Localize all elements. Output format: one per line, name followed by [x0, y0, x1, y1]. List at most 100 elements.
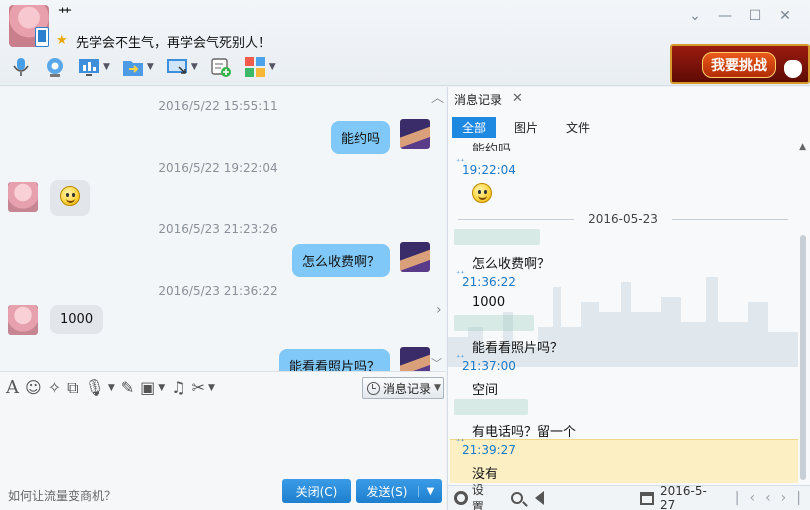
chevron-down-icon[interactable]: ▼: [191, 62, 198, 72]
screenshot-icon[interactable]: ⧉: [67, 378, 78, 398]
my-avatar[interactable]: [400, 347, 430, 371]
message-area[interactable]: ︿ 2016/5/22 15:55:11 能约吗 2016/5/22 19:22…: [0, 87, 446, 371]
history-time: 21:36:22: [456, 269, 516, 289]
peer-avatar[interactable]: [8, 182, 38, 212]
file-transfer-icon: [122, 61, 143, 76]
history-message: 没有: [472, 467, 499, 482]
chevron-down-icon[interactable]: ▼: [269, 62, 276, 72]
search-icon[interactable]: [511, 492, 524, 504]
send-file-button[interactable]: ▼: [118, 54, 158, 80]
tab-all[interactable]: 全部: [452, 117, 497, 138]
history-emoji: [472, 183, 492, 207]
apps-button[interactable]: ▼: [240, 54, 280, 80]
speaker-icon[interactable]: [535, 491, 545, 505]
mobile-online-icon: [35, 27, 49, 47]
window-controls: ⌄ — ☐ ✕: [680, 6, 800, 26]
close-icon[interactable]: ✕: [512, 91, 523, 106]
message-timestamp: 2016/5/23 21:36:22: [158, 284, 278, 298]
gear-icon[interactable]: [454, 491, 468, 505]
image-icon[interactable]: ▣: [140, 378, 155, 397]
history-message: 能看看照片吗？: [472, 341, 564, 356]
history-message: 怎么收费啊？: [472, 257, 551, 272]
video-call-button[interactable]: [40, 54, 70, 80]
remote-desktop-icon: [166, 59, 187, 74]
history-message: 有电话吗？留一个: [472, 425, 577, 440]
input-area: A ☺ ✧ ⧉ 🎙 ▼ ✎ ▣ ▼ ♫ ✂ ▼ 消息记录 ▼ 如何让流量变商机？ 关闭…: [0, 371, 446, 510]
voice-message-icon[interactable]: 🎙: [85, 378, 105, 397]
message-timestamp: 2016/5/22 19:22:04: [158, 161, 278, 175]
chevron-down-icon: ▼: [434, 383, 441, 393]
scrollbar-thumb[interactable]: [800, 235, 806, 480]
chat-window-header: 艹 ★ 先学会不生气，再学会气死别人！ ⌄ — ☐ ✕ ▼ ▼ ▼ ▼ 我要挑战: [0, 0, 810, 86]
edit-icon[interactable]: ✎: [121, 378, 134, 397]
chevron-right-icon[interactable]: ›: [436, 302, 442, 318]
message-history-panel: 消息记录 ✕ 全部 图片 文件 能约吗 19:22:04 2016-05-23 …: [447, 87, 810, 510]
history-time: 21:39:27: [456, 437, 516, 457]
message-bubble[interactable]: [50, 180, 90, 216]
message-input[interactable]: [4, 404, 442, 474]
tab-images[interactable]: 图片: [504, 117, 548, 138]
history-list[interactable]: 能约吗 19:22:04 2016-05-23 怎么收费啊？ 21:36:22 …: [448, 137, 798, 483]
microphone-icon: [13, 58, 29, 76]
history-time: 19:22:04: [456, 157, 516, 177]
calendar-icon[interactable]: [640, 491, 654, 505]
message-bubble[interactable]: 1000: [50, 305, 104, 334]
screen-share-button[interactable]: ▼: [74, 54, 114, 80]
magic-wand-icon[interactable]: ✧: [48, 378, 61, 397]
history-date[interactable]: 2016-5-27: [660, 484, 721, 510]
contact-name[interactable]: 艹: [58, 4, 72, 24]
voice-call-button[interactable]: [6, 54, 36, 80]
promo-banner[interactable]: 我要挑战: [670, 44, 810, 84]
tab-files[interactable]: 文件: [556, 117, 600, 138]
my-avatar[interactable]: [400, 119, 430, 149]
close-button[interactable]: 关闭(C): [282, 479, 351, 503]
hand-cursor-icon: [784, 60, 802, 78]
chevron-down-icon[interactable]: ▼: [108, 383, 115, 393]
font-icon[interactable]: A: [6, 377, 19, 398]
chevron-down-icon[interactable]: ⌄: [680, 6, 710, 26]
chevron-down-icon[interactable]: ▼: [147, 62, 154, 72]
message-history-button[interactable]: 消息记录 ▼: [362, 377, 444, 399]
chevron-down-icon[interactable]: ▼: [208, 383, 215, 393]
history-footer: 设置 2016-5-27 |‹‹›|: [448, 483, 810, 510]
sender-name-blurred: [454, 315, 534, 331]
sender-name-blurred: [454, 229, 540, 245]
chevron-down-icon[interactable]: ﹀: [431, 355, 442, 371]
message-bubble[interactable]: 能约吗: [330, 121, 390, 154]
ad-link[interactable]: 如何让流量变商机？: [8, 487, 116, 504]
chevron-down-icon[interactable]: ▼: [158, 383, 165, 393]
video-camera-icon: [47, 58, 63, 77]
chat-toolbar: ▼ ▼ ▼ ▼: [6, 54, 280, 80]
remote-desktop-button[interactable]: ▼: [162, 54, 202, 80]
maximize-button[interactable]: ☐: [740, 6, 770, 26]
send-label: 发送(S): [366, 484, 408, 499]
history-scrollbar[interactable]: [800, 145, 808, 480]
settings-label[interactable]: 设置: [472, 481, 496, 510]
peer-avatar[interactable]: [8, 305, 38, 335]
music-icon[interactable]: ♫: [171, 378, 185, 397]
message-timestamp: 2016/5/22 15:55:11: [158, 99, 278, 113]
message-timestamp: 2016/5/23 21:23:26: [158, 222, 278, 236]
message-bubble[interactable]: 怎么收费啊？: [291, 244, 390, 277]
add-app-button[interactable]: [206, 54, 236, 80]
message-bubble[interactable]: 能看看照片吗？: [278, 349, 390, 371]
sender-name-blurred: [454, 399, 528, 415]
history-time: 21:37:00: [456, 353, 516, 373]
add-app-icon: [211, 58, 231, 77]
clock-icon: [367, 381, 380, 395]
emoji-icon[interactable]: ☺: [25, 378, 42, 397]
history-tab-title[interactable]: 消息记录: [454, 91, 502, 108]
chevron-down-icon[interactable]: ▼: [418, 485, 442, 497]
star-icon: ★: [56, 33, 68, 48]
history-message: 空间: [472, 383, 499, 398]
page-nav-icons[interactable]: |‹‹›|: [735, 490, 810, 506]
apps-grid-icon: [244, 57, 265, 77]
chevron-down-icon[interactable]: ▼: [103, 62, 110, 72]
date-separator: 2016-05-23: [458, 212, 788, 226]
send-button[interactable]: 发送(S) ▼: [356, 479, 442, 503]
scissors-icon[interactable]: ✂: [192, 378, 205, 397]
minimize-button[interactable]: —: [710, 6, 740, 26]
my-avatar[interactable]: [400, 242, 430, 272]
close-button[interactable]: ✕: [770, 6, 800, 26]
date-separator-label: 2016-05-23: [588, 212, 658, 226]
